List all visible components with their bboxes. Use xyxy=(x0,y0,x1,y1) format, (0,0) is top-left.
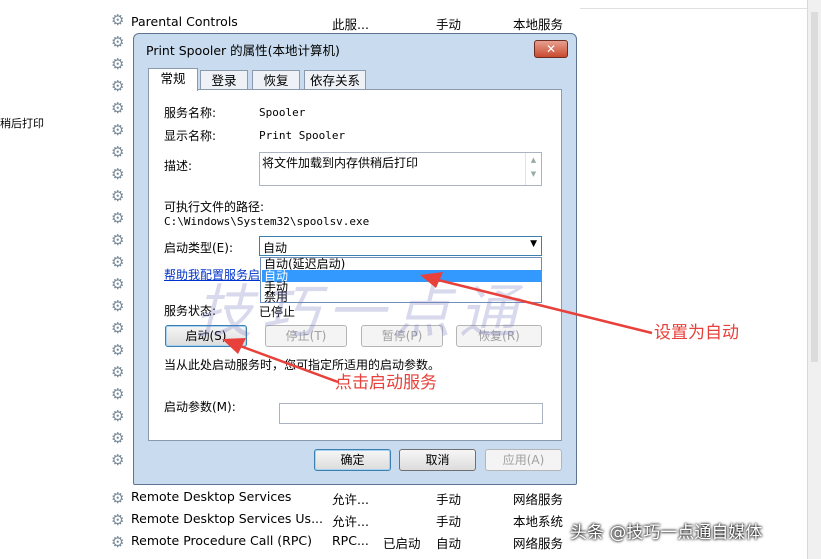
tab-general[interactable]: 常规 xyxy=(148,68,198,91)
arrow-to-auto-option xyxy=(429,276,653,335)
screenshot-root: 稍后打印 ⚙ ⚙ ⚙ ⚙ ⚙ ⚙ ⚙ ⚙ ⚙ ⚙ ⚙ ⚙ ⚙ ⚙ ⚙ ⚙ ⚙ ⚙… xyxy=(0,0,821,559)
arrow-to-start-button xyxy=(231,341,339,384)
annotation-arrows xyxy=(222,272,653,384)
source-watermark: 头条 @技巧一点通自媒体 xyxy=(570,523,763,543)
annotation-set-auto: 设置为自动 xyxy=(654,323,739,343)
annotation-click-start: 点击启动服务 xyxy=(335,373,437,393)
